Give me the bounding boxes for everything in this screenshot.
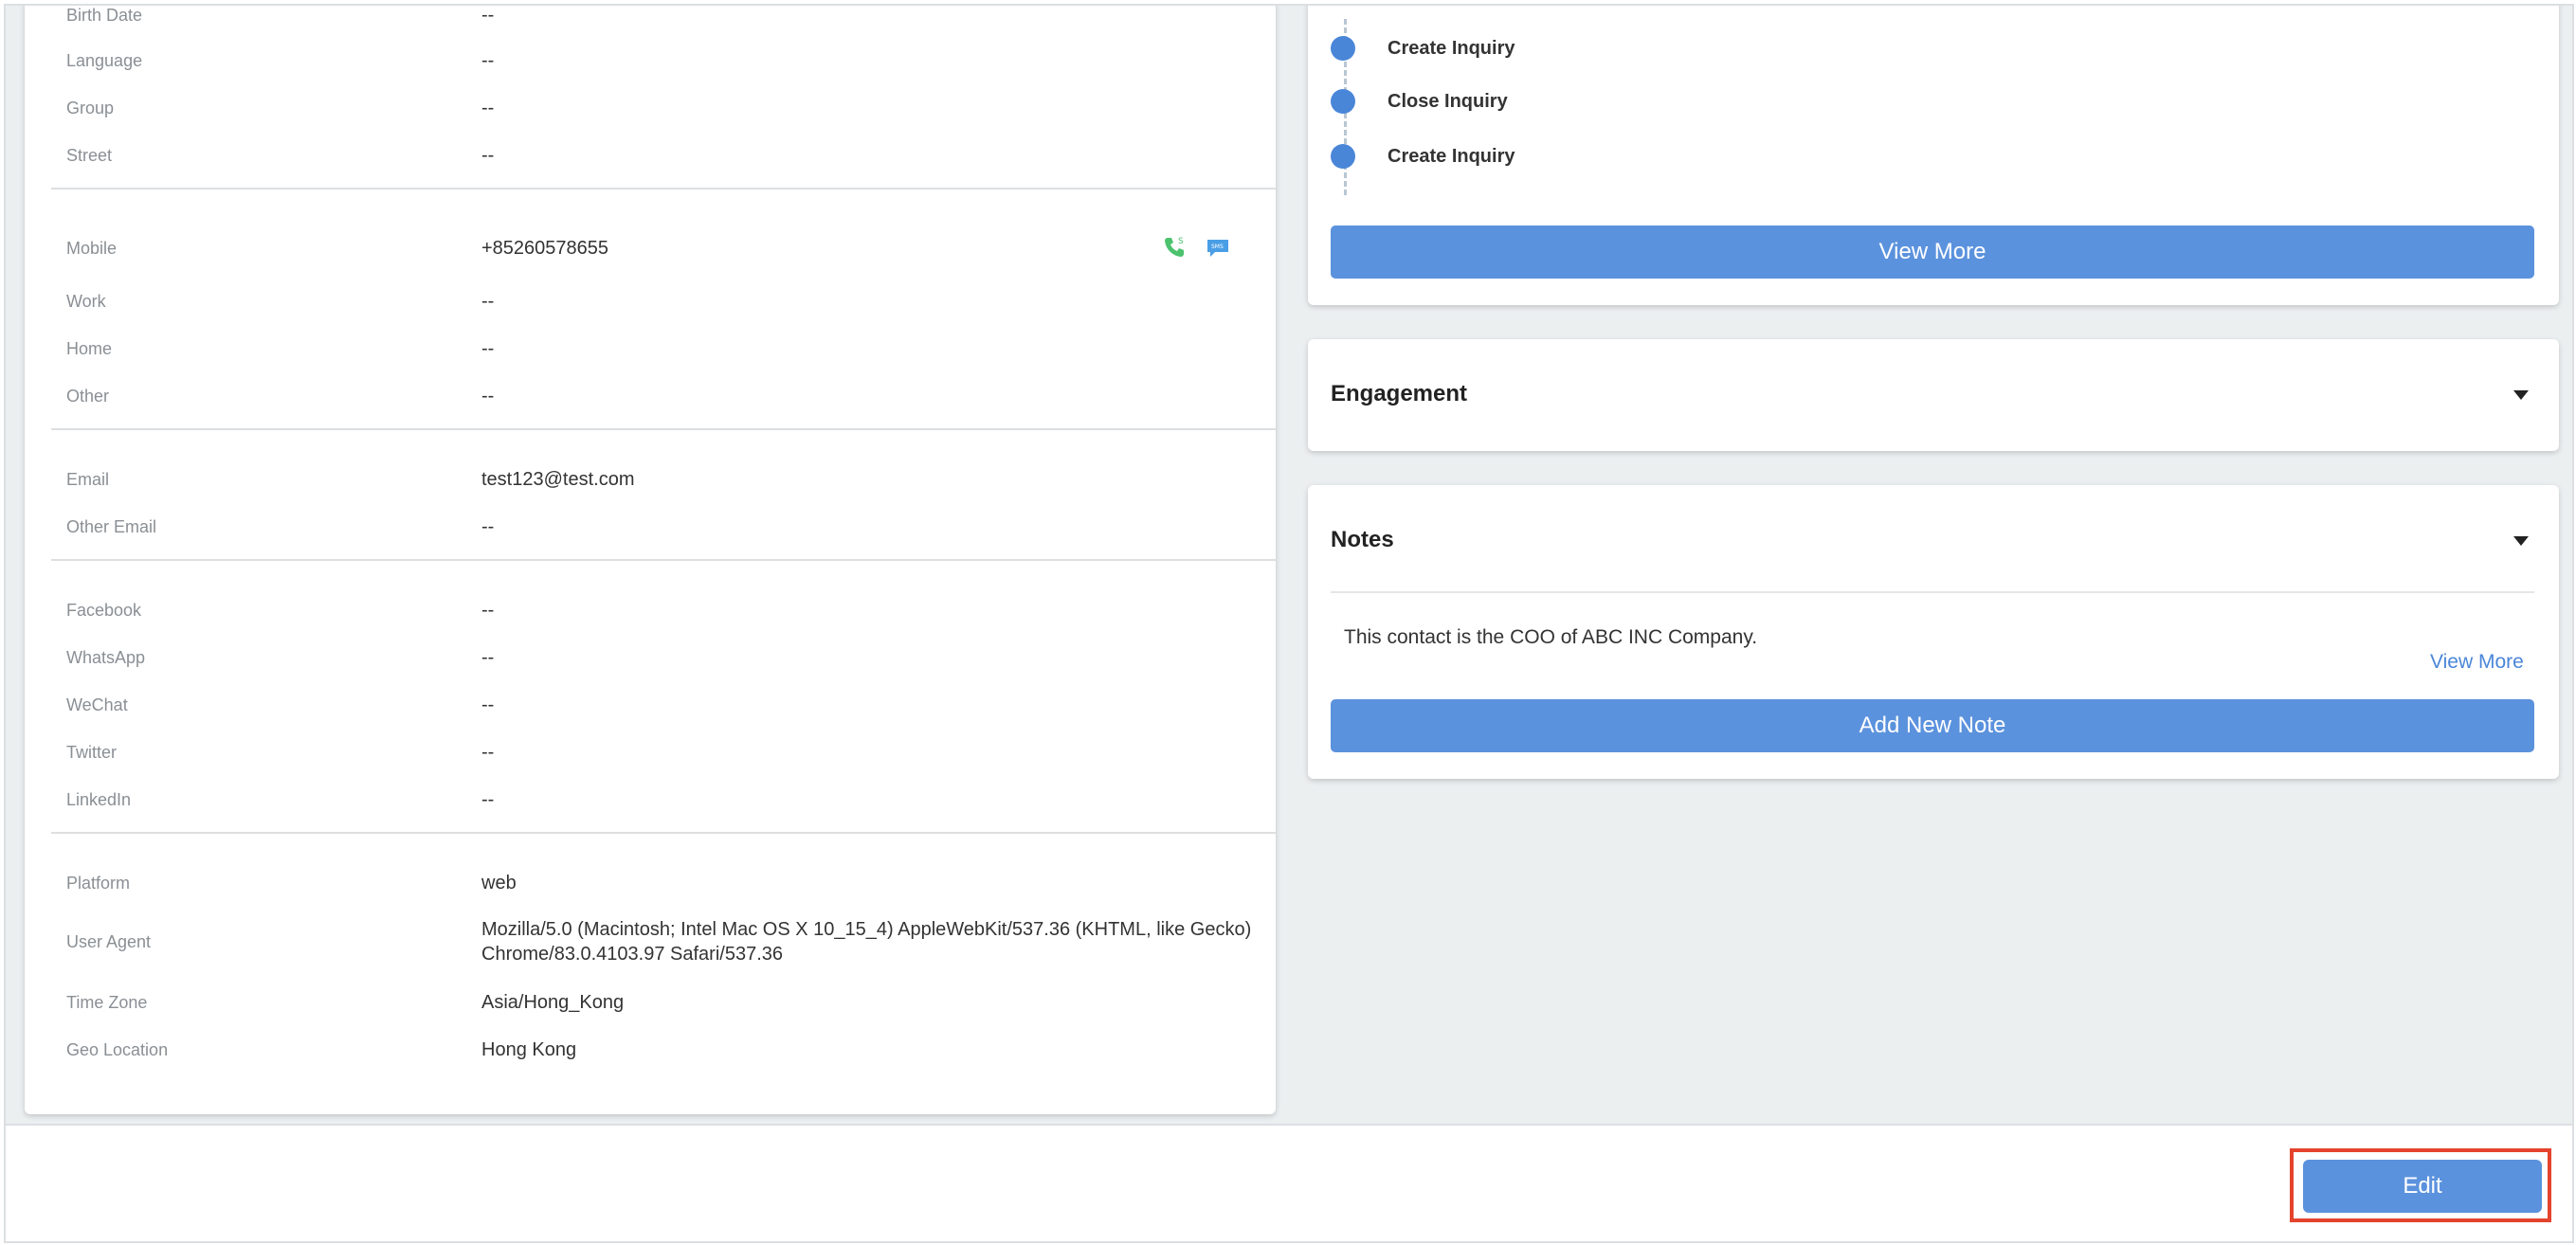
field-geo-location: Geo Location Hong Kong <box>25 1031 1276 1069</box>
notes-card: Notes This contact is the COO of ABC INC… <box>1308 485 2559 779</box>
field-whatsapp: WhatsApp -- <box>25 639 1276 677</box>
field-value: Hong Kong <box>481 1039 577 1060</box>
field-value: +85260578655 <box>481 238 609 259</box>
field-time-zone: Time Zone Asia/Hong_Kong <box>25 983 1276 1021</box>
timeline-dot-icon <box>1331 89 1355 114</box>
field-value: -- <box>481 516 495 537</box>
field-value: Mozilla/5.0 (Macintosh; Intel Mac OS X 1… <box>481 919 1252 965</box>
engagement-title: Engagement <box>1331 381 1468 406</box>
field-value: -- <box>481 5 495 26</box>
timeline-item-label: Create Inquiry <box>1388 146 1515 167</box>
section-divider <box>51 559 1276 561</box>
field-value: -- <box>481 742 495 763</box>
field-label: Other <box>66 387 110 406</box>
field-label: Platform <box>66 874 131 893</box>
field-mobile: Mobile +85260578655 S SMS <box>25 229 1276 267</box>
notes-divider <box>1331 591 2534 593</box>
notes-title: Notes <box>1331 527 1394 552</box>
field-value: Asia/Hong_Kong <box>481 992 625 1013</box>
timeline-dot-icon <box>1331 144 1355 169</box>
engagement-card[interactable]: Engagement <box>1308 339 2559 451</box>
field-value: -- <box>481 600 495 621</box>
field-value: -- <box>481 386 495 406</box>
field-label: Geo Location <box>66 1040 169 1059</box>
field-value: test123@test.com <box>481 469 635 490</box>
add-new-note-button[interactable]: Add New Note <box>1331 699 2534 752</box>
field-value: -- <box>481 98 495 118</box>
field-label: Time Zone <box>66 993 148 1012</box>
field-label: Other Email <box>66 517 157 536</box>
field-language: Language -- <box>25 42 1276 80</box>
field-label: Email <box>66 470 110 489</box>
field-street: Street -- <box>25 136 1276 174</box>
field-label: Mobile <box>66 239 118 258</box>
contact-details-card: Birth Date -- Language -- Group -- Stree… <box>25 5 1276 1114</box>
field-value: -- <box>481 338 495 359</box>
field-label: Home <box>66 339 113 358</box>
field-label: Street <box>66 146 113 165</box>
caret-down-icon[interactable] <box>2513 536 2529 546</box>
field-label: WhatsApp <box>66 648 146 667</box>
field-email: Email test123@test.com <box>25 460 1276 498</box>
edit-button[interactable]: Edit <box>2303 1160 2542 1213</box>
phone-call-icon[interactable]: S <box>1162 235 1187 260</box>
timeline-item-label: Close Inquiry <box>1388 91 1508 112</box>
field-value: -- <box>481 695 495 715</box>
field-other-email: Other Email -- <box>25 508 1276 546</box>
field-label: Birth Date <box>66 6 143 25</box>
field-label: Work <box>66 292 106 311</box>
field-label: LinkedIn <box>66 790 132 809</box>
timeline-dot-icon <box>1331 36 1355 61</box>
page-frame: Birth Date -- Language -- Group -- Stree… <box>4 4 2574 1243</box>
field-label: Facebook <box>66 601 142 620</box>
field-value: -- <box>481 291 495 312</box>
field-wechat: WeChat -- <box>25 686 1276 724</box>
svg-text:S: S <box>1178 237 1184 246</box>
field-platform: Platform web <box>25 864 1276 902</box>
field-label: Language <box>66 51 143 70</box>
section-divider <box>51 188 1276 189</box>
svg-text:SMS: SMS <box>1211 244 1224 250</box>
field-label: Group <box>66 99 115 117</box>
field-value: -- <box>481 50 495 71</box>
activity-view-more-button[interactable]: View More <box>1331 226 2534 279</box>
timeline-item-label: Create Inquiry <box>1388 38 1515 59</box>
caret-down-icon[interactable] <box>2513 390 2529 400</box>
field-label: Twitter <box>66 743 118 762</box>
field-label: User Agent <box>66 932 152 951</box>
section-divider <box>51 428 1276 430</box>
sms-icon[interactable]: SMS <box>1206 235 1230 260</box>
field-facebook: Facebook -- <box>25 591 1276 629</box>
notes-view-more-link[interactable]: View More <box>2430 648 2524 677</box>
section-divider <box>51 832 1276 834</box>
field-twitter: Twitter -- <box>25 733 1276 771</box>
field-user-agent: User Agent Mozilla/5.0 (Macintosh; Intel… <box>25 919 1276 965</box>
footer-bar: Edit <box>6 1124 2572 1241</box>
field-value: -- <box>481 647 495 668</box>
field-label: WeChat <box>66 695 128 714</box>
field-home: Home -- <box>25 330 1276 368</box>
mobile-actions: S SMS <box>1162 235 1230 260</box>
field-value: web <box>481 873 517 893</box>
field-birth-date: Birth Date -- <box>25 5 1276 34</box>
field-linkedin: LinkedIn -- <box>25 781 1276 819</box>
field-value: -- <box>481 789 495 810</box>
field-work: Work -- <box>25 282 1276 320</box>
field-value: -- <box>481 145 495 166</box>
note-text: This contact is the COO of ABC INC Compa… <box>1344 626 1758 648</box>
field-other-phone: Other -- <box>25 377 1276 415</box>
field-group: Group -- <box>25 89 1276 127</box>
activity-card: Create Inquiry Close Inquiry Create Inqu… <box>1308 6 2559 305</box>
